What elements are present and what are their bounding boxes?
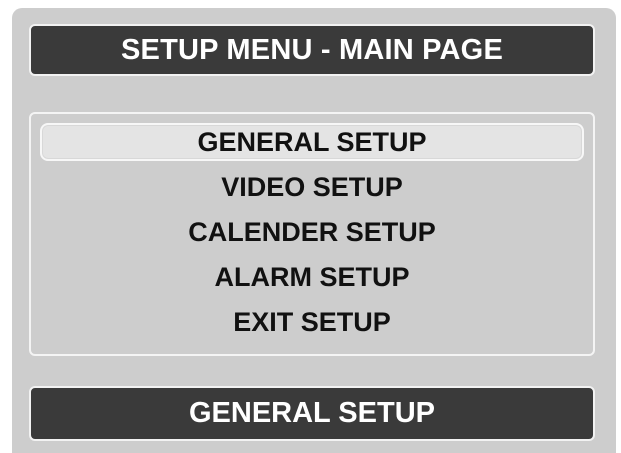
current-selection-status: GENERAL SETUP	[29, 386, 595, 441]
menu-item-general-setup[interactable]: GENERAL SETUP	[40, 123, 584, 161]
page-title: SETUP MENU - MAIN PAGE	[29, 24, 595, 76]
menu-item-video-setup[interactable]: VIDEO SETUP	[40, 168, 584, 206]
menu-item-calender-setup[interactable]: CALENDER SETUP	[40, 213, 584, 251]
menu-item-exit-setup[interactable]: EXIT SETUP	[40, 303, 584, 341]
setup-menu-panel: SETUP MENU - MAIN PAGE GENERAL SETUP VID…	[12, 8, 616, 453]
menu-item-alarm-setup[interactable]: ALARM SETUP	[40, 258, 584, 296]
menu-box: GENERAL SETUP VIDEO SETUP CALENDER SETUP…	[29, 112, 595, 356]
